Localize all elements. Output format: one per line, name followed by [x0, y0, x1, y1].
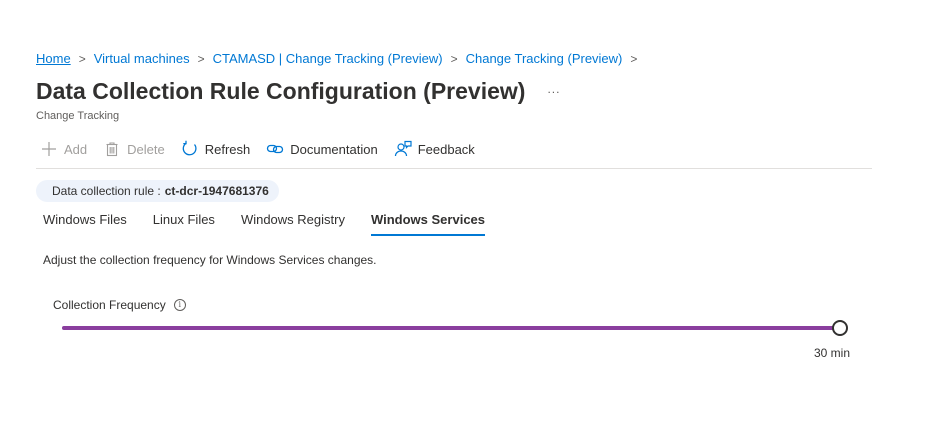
command-bar: Add Delete Refresh Documentation Feedbac…	[40, 140, 491, 158]
dcr-label: Data collection rule :	[52, 184, 161, 198]
collection-frequency-text: Collection Frequency	[53, 298, 166, 312]
refresh-icon	[181, 140, 199, 158]
trash-icon	[103, 140, 121, 158]
documentation-button[interactable]: Documentation	[266, 140, 378, 158]
description-text: Adjust the collection frequency for Wind…	[43, 253, 377, 267]
breadcrumb-virtual-machines[interactable]: Virtual machines	[94, 51, 190, 66]
slider-value: 30 min	[814, 346, 851, 360]
delete-button[interactable]: Delete	[103, 140, 165, 158]
dcr-value: ct-dcr-1947681376	[164, 184, 269, 198]
breadcrumb-vm-change-tracking[interactable]: CTAMASD | Change Tracking (Preview)	[213, 51, 443, 66]
breadcrumb: Home > Virtual machines > CTAMASD | Chan…	[36, 51, 645, 66]
toolbar-divider	[36, 168, 872, 169]
feedback-icon	[394, 140, 412, 158]
feedback-button[interactable]: Feedback	[394, 140, 475, 158]
slider-fill	[62, 326, 842, 330]
collection-frequency-label: Collection Frequency i	[53, 298, 186, 312]
refresh-button[interactable]: Refresh	[181, 140, 251, 158]
breadcrumb-separator: >	[630, 51, 638, 66]
breadcrumb-separator: >	[450, 51, 458, 66]
title-row: Data Collection Rule Configuration (Prev…	[36, 78, 560, 105]
feedback-label: Feedback	[417, 141, 475, 157]
documentation-label: Documentation	[290, 141, 378, 157]
page-subtitle: Change Tracking	[36, 110, 120, 122]
page-title: Data Collection Rule Configuration (Prev…	[36, 78, 526, 104]
dcr-badge: Data collection rule : ct-dcr-1947681376	[36, 180, 279, 202]
tab-windows-registry[interactable]: Windows Registry	[241, 212, 345, 236]
tab-list: Windows Files Linux Files Windows Regist…	[43, 212, 511, 236]
breadcrumb-home[interactable]: Home	[36, 51, 71, 66]
add-button[interactable]: Add	[40, 140, 87, 158]
breadcrumb-separator: >	[197, 51, 205, 66]
tab-linux-files[interactable]: Linux Files	[153, 212, 215, 236]
collection-frequency-slider[interactable]	[62, 320, 848, 336]
info-icon[interactable]: i	[173, 299, 186, 311]
add-label: Add	[64, 141, 88, 157]
plus-icon	[40, 140, 58, 158]
more-options-icon[interactable]: ...	[547, 82, 560, 96]
tab-windows-files[interactable]: Windows Files	[43, 212, 127, 236]
breadcrumb-change-tracking[interactable]: Change Tracking (Preview)	[466, 51, 623, 66]
link-icon	[266, 140, 284, 158]
tab-windows-services[interactable]: Windows Services	[370, 212, 486, 236]
refresh-label: Refresh	[204, 141, 251, 157]
slider-thumb[interactable]	[832, 320, 848, 336]
delete-label: Delete	[127, 141, 165, 157]
breadcrumb-separator: >	[78, 51, 86, 66]
